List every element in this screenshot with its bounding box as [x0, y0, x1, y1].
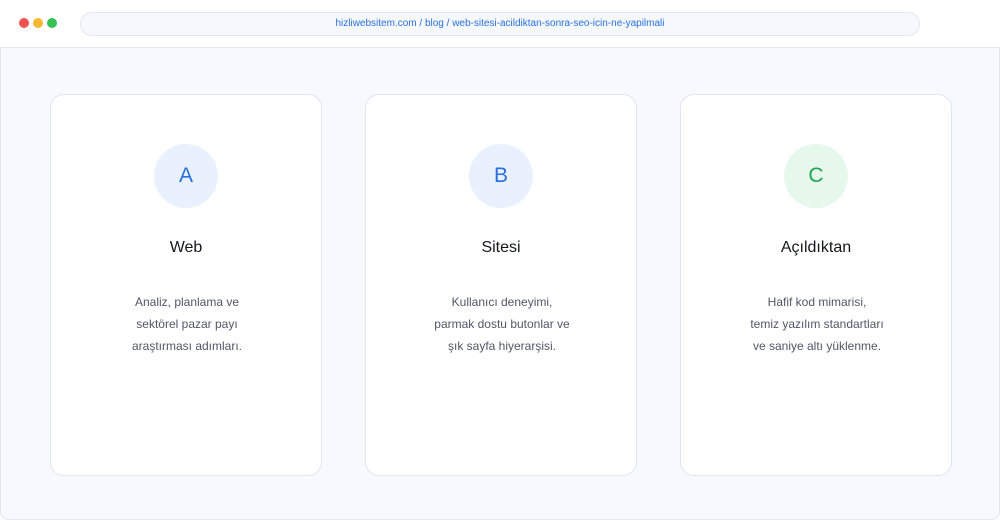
card-description: Kullanıcı deneyimi, parmak dostu butonla… [386, 291, 618, 357]
card-description-line: temiz yazılım standartları [750, 317, 884, 331]
minimize-window-dot[interactable] [33, 18, 43, 28]
card-description: Analiz, planlama ve sektörel pazar payı … [71, 291, 303, 357]
card-description-line: şık sayfa hiyerarşisi. [447, 339, 557, 353]
card-title: Web [169, 239, 203, 256]
card-description-line: Kullanıcı deneyimi, [451, 295, 553, 309]
card-description-line: Analiz, planlama ve [134, 295, 240, 309]
card-description-line: araştırması adımları. [131, 339, 243, 353]
card-description: Hafif kod mimarisi, temiz yazılım standa… [701, 291, 933, 357]
close-window-dot[interactable] [19, 18, 29, 28]
browser-window: hizliwebsitem.com / blog / web-sitesi-ac… [0, 0, 1000, 520]
feature-card-sitesi: B Sitesi Kullanıcı deneyimi, parmak dost… [365, 94, 637, 476]
card-description-line: Hafif kod mimarisi, [767, 295, 867, 309]
address-bar[interactable]: hizliwebsitem.com / blog / web-sitesi-ac… [80, 12, 920, 36]
card-description-line: ve saniye altı yüklenme. [752, 339, 882, 353]
card-title: Açıldıktan [780, 239, 852, 256]
feature-card-acildiktan: C Açıldıktan Hafif kod mimarisi, temiz y… [680, 94, 952, 476]
card-badge-c: C [784, 144, 848, 208]
browser-titlebar: hizliwebsitem.com / blog / web-sitesi-ac… [0, 0, 1000, 48]
card-badge-a: A [154, 144, 218, 208]
maximize-window-dot[interactable] [47, 18, 57, 28]
card-description-line: parmak dostu butonlar ve [434, 317, 570, 331]
feature-card-web: A Web Analiz, planlama ve sektörel pazar… [50, 94, 322, 476]
card-title: Sitesi [481, 239, 521, 256]
card-description-line: sektörel pazar payı [136, 317, 238, 331]
card-badge-b: B [469, 144, 533, 208]
page-content: A Web Analiz, planlama ve sektörel pazar… [0, 48, 1000, 520]
